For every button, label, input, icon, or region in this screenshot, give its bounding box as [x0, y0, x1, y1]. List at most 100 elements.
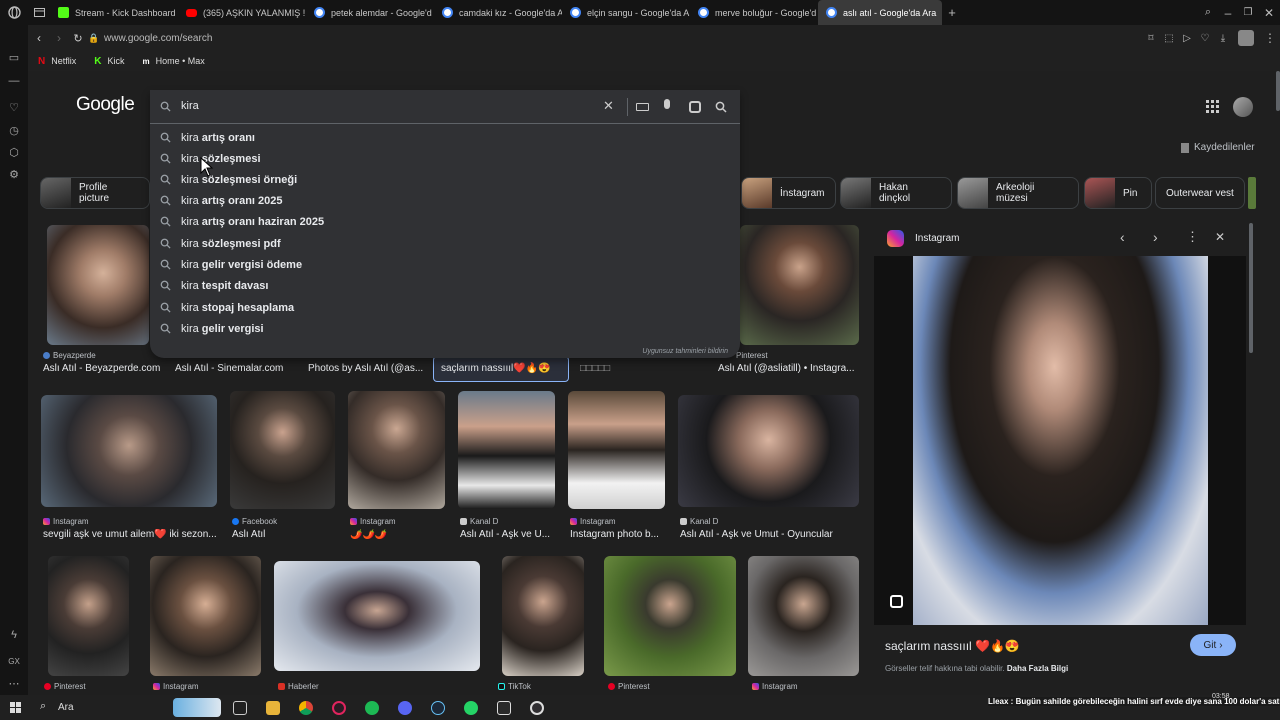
result-image[interactable] — [48, 556, 129, 676]
windows-start-icon[interactable] — [10, 702, 21, 713]
more-options-icon[interactable]: ⋮ — [1186, 229, 1199, 245]
suggestion-item[interactable]: kira gelir vergisi — [150, 318, 740, 339]
suggestion-item[interactable]: kira artış oranı — [150, 127, 740, 148]
report-predictions-link[interactable]: Uygunsuz tahminleri bildirin — [642, 348, 728, 355]
result-caption[interactable]: Aslı Atıl - Aşk ve U... — [460, 529, 557, 540]
result-image[interactable] — [748, 556, 859, 676]
obs-icon[interactable] — [530, 701, 544, 715]
favorite-icon[interactable]: ♡ — [1196, 33, 1214, 44]
chip-overflow-thumbnail[interactable] — [1248, 177, 1256, 209]
close-preview-icon[interactable]: ✕ — [1215, 230, 1225, 244]
twitch-icon[interactable]: ϟ — [7, 628, 21, 642]
preview-image[interactable] — [874, 256, 1246, 625]
prev-arrow-icon[interactable]: ‹ — [1120, 229, 1125, 245]
result-image[interactable] — [604, 556, 736, 676]
chrome-icon[interactable] — [299, 701, 313, 715]
opera-gx-icon[interactable] — [332, 701, 346, 715]
workspaces-icon[interactable] — [28, 0, 50, 25]
tab-google-asli-active[interactable]: aslı atıl - Google'da Ara — [818, 0, 942, 25]
result-caption-selected[interactable]: saçlarım nassıııl❤️🔥😍 — [433, 356, 569, 382]
apps-grid-icon[interactable] — [1206, 100, 1219, 113]
download-icon[interactable]: ⤓ — [1214, 33, 1232, 44]
result-caption[interactable]: Aslı Atıl (@asliatill) • Instagra... — [718, 363, 858, 374]
maximize-button[interactable]: ❐ — [1238, 7, 1258, 18]
result-caption[interactable]: □□□□□ — [580, 363, 630, 374]
result-caption[interactable]: 🌶️🌶️🌶️ — [350, 529, 445, 540]
suggestion-item[interactable]: kira gelir vergisi ödeme — [150, 254, 740, 275]
epic-games-icon[interactable] — [497, 701, 511, 715]
lens-icon[interactable] — [689, 101, 701, 113]
microphone-icon[interactable] — [664, 99, 670, 109]
result-image[interactable] — [348, 391, 445, 509]
result-image[interactable] — [41, 395, 217, 507]
next-arrow-icon[interactable]: › — [1153, 229, 1158, 245]
search-input[interactable]: kira — [181, 100, 199, 112]
play-icon[interactable]: ▷ — [1178, 33, 1196, 44]
suggestion-item[interactable]: kira artış oranı 2025 — [150, 190, 740, 211]
bookmark-kick[interactable]: K Kick — [94, 56, 124, 67]
history-icon[interactable]: ◷ — [7, 124, 21, 138]
result-image[interactable] — [230, 391, 335, 509]
result-caption[interactable]: Aslı Atıl - Aşk ve Umut - Oyuncular — [680, 529, 861, 540]
tab-google-camdaki[interactable]: camdaki kız - Google'da A — [434, 0, 562, 25]
google-logo[interactable]: Google — [76, 94, 135, 116]
result-caption[interactable]: Aslı Atıl - Sinemalar.com — [175, 363, 295, 374]
bookmark-max[interactable]: m Home • Max — [143, 56, 205, 66]
tab-google-merve[interactable]: merve boluğur - Google'd — [690, 0, 818, 25]
tab-kick-dashboard[interactable]: Stream - Kick Dashboard — [50, 0, 178, 25]
steam-icon[interactable] — [431, 701, 445, 715]
result-image[interactable] — [47, 225, 149, 345]
chip-outerwear-vest[interactable]: Outerwear vest — [1155, 177, 1245, 209]
close-window-button[interactable]: ✕ — [1258, 6, 1280, 20]
suggestion-item[interactable]: kira stopaj hesaplama — [150, 297, 740, 318]
result-image[interactable] — [274, 561, 480, 671]
result-image[interactable] — [458, 391, 555, 509]
discord-icon[interactable] — [398, 701, 412, 715]
whatsapp-icon[interactable] — [464, 701, 478, 715]
result-caption[interactable]: sevgili aşk ve umut ailem❤️ iki sezon... — [43, 529, 219, 540]
taskbar-search-input[interactable]: Ara — [58, 702, 74, 713]
new-tab-button[interactable]: + — [942, 5, 962, 20]
result-image[interactable] — [502, 556, 584, 676]
scrollbar[interactable] — [1249, 223, 1253, 353]
suggestion-item[interactable]: kira sözleşmesi örneği — [150, 169, 740, 190]
profile-avatar[interactable] — [1238, 30, 1254, 46]
forward-icon[interactable]: › — [50, 31, 68, 45]
chip-arkeoloji-muzesi[interactable]: Arkeoloji müzesi — [957, 177, 1079, 209]
taskbar-search-icon[interactable]: ⌕ — [40, 700, 46, 713]
gx-icon[interactable]: GX — [7, 655, 21, 669]
result-image[interactable] — [568, 391, 665, 509]
minimize-button[interactable]: – — [1218, 6, 1238, 20]
result-caption[interactable]: Aslı Atıl — [232, 529, 332, 540]
suggestion-item[interactable]: kira sözleşmesi — [150, 148, 740, 169]
account-avatar[interactable] — [1233, 97, 1253, 117]
file-explorer-icon[interactable] — [266, 701, 280, 715]
clear-search-icon[interactable]: ✕ — [603, 98, 614, 114]
spotify-icon[interactable] — [365, 701, 379, 715]
page-scrollbar[interactable] — [1276, 71, 1280, 111]
chip-pin[interactable]: Pin — [1084, 177, 1152, 209]
visit-button[interactable]: Git › — [1190, 634, 1236, 656]
menu-icon[interactable]: ⋮ — [1260, 31, 1280, 45]
saved-link[interactable]: Kaydedilenler — [1181, 142, 1255, 153]
weather-widget[interactable] — [173, 698, 221, 717]
wallet-icon[interactable]: ▭ — [7, 51, 21, 65]
result-caption[interactable]: Instagram photo b... — [570, 529, 667, 540]
extensions-icon[interactable]: ⬡ — [7, 146, 21, 160]
snapshot-icon[interactable]: ⬚ — [1160, 33, 1178, 44]
back-icon[interactable]: ‹ — [28, 31, 50, 45]
reload-icon[interactable]: ↻ — [68, 32, 88, 45]
browser-logo-icon[interactable] — [0, 0, 28, 25]
submit-search-icon[interactable] — [715, 101, 727, 113]
settings-icon[interactable]: ⚙ — [7, 168, 21, 182]
result-caption[interactable]: Photos by Aslı Atıl (@as... — [308, 363, 423, 374]
result-image[interactable] — [678, 395, 859, 507]
keyboard-icon[interactable] — [636, 103, 649, 111]
suggestion-item[interactable]: kira artış oranı haziran 2025 — [150, 211, 740, 232]
chip-hakan-dinckol[interactable]: Hakan dinçkol — [840, 177, 952, 209]
more-icon[interactable]: ⋯ — [7, 677, 21, 691]
suggestion-item[interactable]: kira tespit davası — [150, 275, 740, 296]
bookmark-icon[interactable]: ⌑ — [1142, 33, 1160, 44]
tab-youtube[interactable]: (365) AŞKIN YALANMIŞ ! — [178, 0, 306, 25]
url-field[interactable]: www.google.com/search — [102, 33, 212, 44]
